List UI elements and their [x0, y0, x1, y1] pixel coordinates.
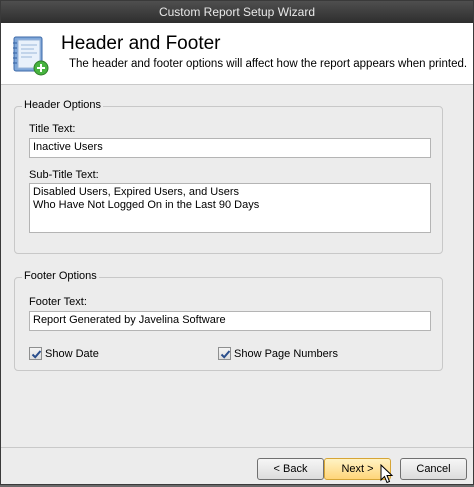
- footer-text-input[interactable]: Report Generated by Javelina Software: [29, 311, 431, 331]
- mouse-cursor-icon: [380, 463, 394, 487]
- show-date-label: Show Date: [45, 347, 99, 360]
- subtitle-text-label: Sub-Title Text:: [29, 169, 99, 181]
- show-date-check-icon[interactable]: [29, 347, 42, 360]
- show-page-numbers-check-icon[interactable]: [218, 347, 231, 360]
- header-options-group: Header Options Title Text: Inactive User…: [14, 99, 443, 254]
- title-text-input[interactable]: Inactive Users: [29, 138, 431, 158]
- cancel-button[interactable]: Cancel: [400, 458, 467, 480]
- show-date-checkbox[interactable]: Show Date: [29, 347, 99, 360]
- show-page-numbers-label: Show Page Numbers: [234, 347, 338, 360]
- footer-options-legend: Footer Options: [22, 270, 99, 282]
- report-add-icon: [10, 35, 50, 77]
- header-options-legend: Header Options: [22, 99, 104, 111]
- page-title: Header and Footer: [61, 33, 221, 54]
- wizard-window: Custom Report Setup Wizard Header and Fo…: [0, 0, 474, 485]
- footer-options-group: Footer Options Footer Text: Report Gener…: [14, 270, 443, 371]
- back-button[interactable]: < Back: [257, 458, 324, 480]
- show-page-numbers-checkbox[interactable]: Show Page Numbers: [218, 347, 338, 360]
- footer-divider: [1, 447, 473, 448]
- footer-text-label: Footer Text:: [29, 296, 87, 308]
- window-title: Custom Report Setup Wizard: [158, 5, 316, 19]
- title-text-label: Title Text:: [29, 123, 76, 135]
- page-description: The header and footer options will affec…: [69, 58, 468, 70]
- subtitle-text-input[interactable]: Disabled Users, Expired Users, and Users…: [29, 183, 431, 233]
- window-titlebar[interactable]: Custom Report Setup Wizard: [1, 1, 473, 23]
- wizard-banner: Header and Footer The header and footer …: [1, 23, 473, 85]
